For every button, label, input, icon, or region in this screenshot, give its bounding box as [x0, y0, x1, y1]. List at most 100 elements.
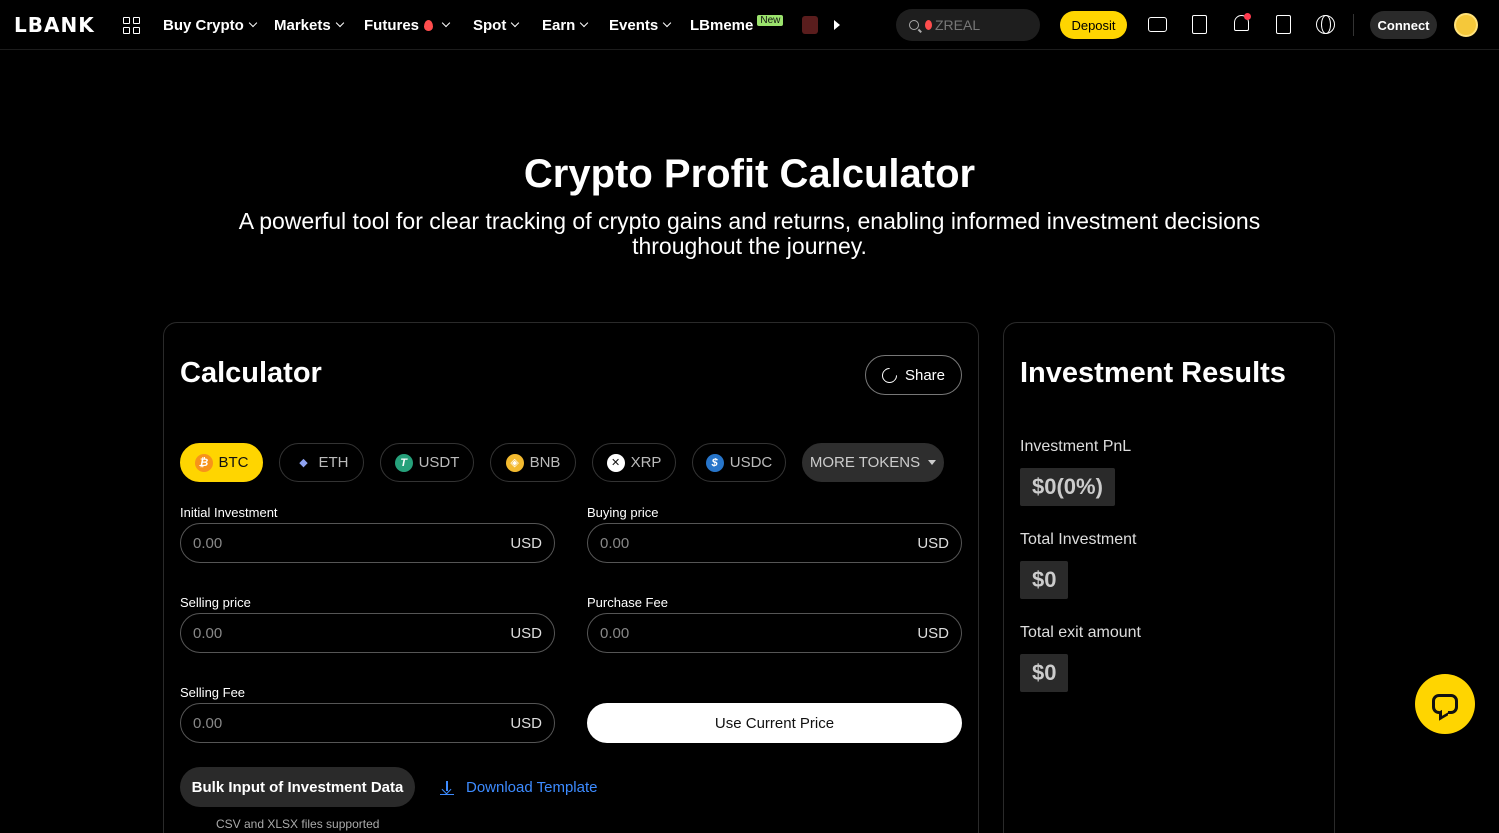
- initial-investment-input[interactable]: 0.00 USD: [180, 523, 555, 563]
- new-badge: New: [757, 14, 784, 26]
- support-chat-button[interactable]: [1415, 674, 1475, 734]
- token-label: ETH: [318, 454, 349, 471]
- more-tokens-label: MORE TOKENS: [809, 454, 921, 471]
- token-bnb[interactable]: ◈ BNB: [490, 443, 576, 482]
- purchase-fee-label: Purchase Fee: [587, 595, 668, 610]
- token-label: BTC: [218, 454, 249, 471]
- investment-pnl-label: Investment PnL: [1020, 438, 1132, 455]
- token-xrp[interactable]: ✕ XRP: [592, 443, 676, 482]
- avatar[interactable]: [1454, 13, 1478, 37]
- buying-price-value: 0.00: [600, 534, 630, 552]
- xrp-icon: ✕: [606, 453, 625, 472]
- share-icon: [878, 364, 901, 386]
- btc-icon: ₿: [194, 453, 213, 472]
- nav-lbmeme[interactable]: LBmeme New: [690, 0, 784, 50]
- initial-investment-value: 0.00: [193, 534, 223, 552]
- selling-price-label: Selling price: [180, 595, 251, 610]
- token-btc[interactable]: ₿ BTC: [180, 443, 263, 482]
- nav-earn-label: Earn: [542, 16, 576, 34]
- currency-unit: USD: [510, 534, 542, 552]
- nav-futures[interactable]: Futures: [364, 0, 451, 50]
- buying-price-label: Buying price: [587, 505, 659, 520]
- currency-unit: USD: [917, 534, 949, 552]
- chat-icon: [1432, 694, 1458, 714]
- chevron-down-icon: [248, 18, 258, 28]
- investment-pnl-value: $0(0%): [1020, 468, 1115, 506]
- nav-buy-crypto[interactable]: Buy Crypto: [163, 0, 258, 50]
- chevron-down-icon: [441, 18, 451, 28]
- selling-fee-value: 0.00: [193, 714, 223, 732]
- download-template-label: Download Template: [466, 779, 598, 796]
- chevron-down-icon: [580, 18, 589, 28]
- globe-icon[interactable]: [1316, 15, 1336, 35]
- total-exit-amount-value: $0: [1020, 654, 1069, 692]
- nav-events[interactable]: Events: [609, 0, 672, 50]
- share-button[interactable]: Share: [865, 355, 962, 395]
- connect-button[interactable]: Connect: [1370, 11, 1437, 39]
- more-tokens-dropdown[interactable]: MORE TOKENS: [802, 443, 944, 482]
- lbank-logo[interactable]: LBANK: [14, 13, 95, 37]
- search-placeholder: ZREAL: [935, 17, 981, 33]
- share-label: Share: [904, 366, 946, 384]
- toolbar-divider: [1353, 14, 1354, 36]
- usdt-icon: T: [394, 453, 413, 472]
- currency-unit: USD: [510, 624, 542, 642]
- token-label: BNB: [529, 454, 561, 471]
- chevron-down-icon: [662, 18, 672, 28]
- currency-unit: USD: [917, 624, 949, 642]
- buying-price-input[interactable]: 0.00 USD: [587, 523, 962, 563]
- use-current-price-button[interactable]: Use Current Price: [587, 703, 962, 743]
- download-app-icon[interactable]: [1274, 15, 1294, 35]
- nav-futures-label: Futures: [364, 16, 420, 34]
- eth-icon: ◆: [299, 457, 308, 469]
- wallet-icon[interactable]: [1148, 15, 1168, 35]
- caret-down-icon: [928, 460, 937, 465]
- nav-markets-label: Markets: [274, 16, 331, 34]
- purchase-fee-input[interactable]: 0.00 USD: [587, 613, 962, 653]
- search-input[interactable]: ZREAL: [896, 9, 1040, 41]
- results-title: Investment Results: [1020, 357, 1286, 389]
- page-subtitle: A powerful tool for clear tracking of cr…: [238, 208, 1261, 259]
- nav-lbmeme-label: LBmeme: [690, 16, 754, 34]
- selling-price-value: 0.00: [193, 624, 223, 642]
- download-template-link[interactable]: Download Template: [440, 779, 597, 796]
- fire-icon: [424, 19, 434, 31]
- total-investment-value: $0: [1020, 561, 1069, 599]
- fire-icon: [925, 20, 932, 30]
- token-label: XRP: [630, 454, 662, 471]
- search-icon: [909, 20, 919, 30]
- token-selector: ₿ BTC ◆ ETH T USDT ◈ BNB ✕ XRP $ USDC MO…: [180, 443, 944, 482]
- top-navigation: LBANK Buy Crypto Markets Futures Spot Ea…: [0, 0, 1499, 50]
- calculator-title: Calculator: [180, 357, 322, 389]
- notification-dot: [1244, 13, 1251, 20]
- usdc-icon: $: [705, 453, 724, 472]
- nav-events-label: Events: [609, 16, 659, 34]
- token-eth[interactable]: ◆ ETH: [279, 443, 364, 482]
- files-supported-hint: CSV and XLSX files supported: [216, 817, 380, 831]
- initial-investment-label: Initial Investment: [180, 505, 278, 520]
- total-exit-amount-label: Total exit amount: [1020, 624, 1141, 641]
- purchase-fee-value: 0.00: [600, 624, 630, 642]
- nav-more-arrow-icon[interactable]: [834, 20, 840, 30]
- total-investment-label: Total Investment: [1020, 531, 1137, 548]
- chevron-down-icon: [511, 18, 520, 28]
- bulk-input-button[interactable]: Bulk Input of Investment Data: [180, 767, 415, 807]
- nav-earn[interactable]: Earn: [542, 0, 589, 50]
- chevron-down-icon: [335, 18, 344, 28]
- selling-price-input[interactable]: 0.00 USD: [180, 613, 555, 653]
- selling-fee-input[interactable]: 0.00 USD: [180, 703, 555, 743]
- page-title: Crypto Profit Calculator: [523, 152, 976, 196]
- token-usdc[interactable]: $ USDC: [692, 443, 786, 482]
- nav-markets[interactable]: Markets: [274, 0, 344, 50]
- deposit-button[interactable]: Deposit: [1060, 11, 1127, 39]
- nav-spot-label: Spot: [473, 16, 507, 34]
- bnb-icon: ◈: [505, 453, 524, 472]
- meme-token-thumbnail[interactable]: [802, 16, 818, 34]
- grid-icon[interactable]: [123, 17, 140, 34]
- token-usdt[interactable]: T USDT: [380, 443, 474, 482]
- nav-spot[interactable]: Spot: [473, 0, 520, 50]
- bell-icon[interactable]: [1232, 13, 1252, 35]
- download-icon: [440, 780, 454, 795]
- currency-unit: USD: [510, 714, 542, 732]
- orders-icon[interactable]: [1190, 15, 1210, 35]
